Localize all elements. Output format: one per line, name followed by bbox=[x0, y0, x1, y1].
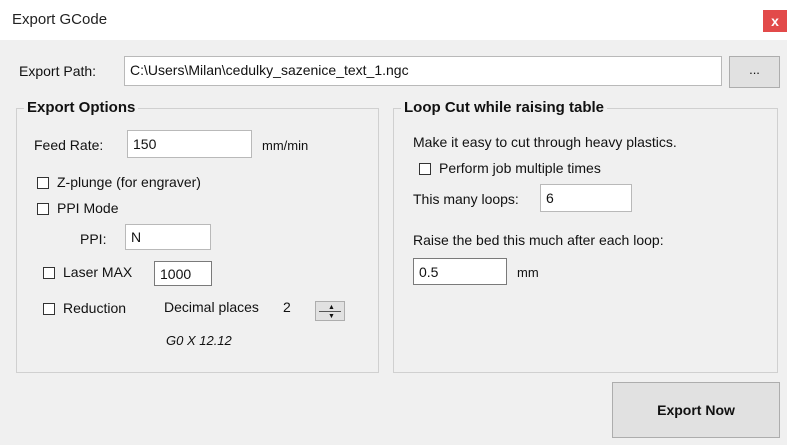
export-path-label: Export Path: bbox=[19, 63, 97, 79]
export-gcode-dialog: Export GCode x Export Path: C:\Users\Mil… bbox=[0, 0, 787, 445]
laser-max-label: Laser MAX bbox=[63, 264, 133, 280]
reduction-checkbox[interactable] bbox=[43, 303, 55, 315]
ppi-mode-checkbox[interactable] bbox=[37, 203, 49, 215]
title-bar: Export GCode x bbox=[0, 0, 787, 40]
raise-label: Raise the bed this much after each loop: bbox=[413, 232, 664, 248]
loops-input[interactable]: 6 bbox=[540, 184, 632, 212]
raise-unit: mm bbox=[517, 265, 539, 280]
z-plunge-checkbox[interactable] bbox=[37, 177, 49, 189]
laser-max-input[interactable]: 1000 bbox=[154, 261, 212, 286]
decimal-places-label: Decimal places bbox=[164, 299, 259, 315]
loop-cut-description: Make it easy to cut through heavy plasti… bbox=[413, 134, 677, 150]
z-plunge-label: Z-plunge (for engraver) bbox=[57, 174, 201, 190]
ppi-label: PPI: bbox=[80, 231, 107, 247]
export-now-button[interactable]: Export Now bbox=[612, 382, 780, 438]
laser-max-checkbox[interactable] bbox=[43, 267, 55, 279]
gcode-preview: G0 X 12.12 bbox=[166, 333, 232, 348]
multiple-times-label: Perform job multiple times bbox=[439, 160, 601, 176]
ppi-input[interactable]: N bbox=[125, 224, 211, 250]
raise-input[interactable]: 0.5 bbox=[413, 258, 507, 285]
reduction-label: Reduction bbox=[63, 300, 127, 316]
feed-rate-unit: mm/min bbox=[262, 138, 309, 153]
loop-cut-title: Loop Cut while raising table bbox=[401, 99, 608, 116]
spinner-down-icon[interactable]: ▼ bbox=[328, 313, 335, 320]
browse-button[interactable]: ... bbox=[729, 56, 780, 88]
decimal-places-value: 2 bbox=[283, 299, 291, 315]
ppi-mode-label: PPI Mode bbox=[57, 200, 119, 216]
multiple-times-checkbox[interactable] bbox=[419, 163, 431, 175]
feed-rate-input[interactable]: 150 bbox=[127, 130, 252, 158]
spinner-up-icon[interactable]: ▲ bbox=[328, 304, 335, 311]
decimal-places-spinner[interactable]: ▲ ▼ bbox=[315, 301, 345, 321]
window-title: Export GCode bbox=[12, 11, 108, 28]
feed-rate-label: Feed Rate: bbox=[34, 137, 104, 153]
loops-label: This many loops: bbox=[413, 191, 519, 207]
close-button[interactable]: x bbox=[763, 10, 787, 32]
export-options-title: Export Options bbox=[24, 99, 139, 116]
export-path-input[interactable]: C:\Users\Milan\cedulky_sazenice_text_1.n… bbox=[124, 56, 722, 86]
